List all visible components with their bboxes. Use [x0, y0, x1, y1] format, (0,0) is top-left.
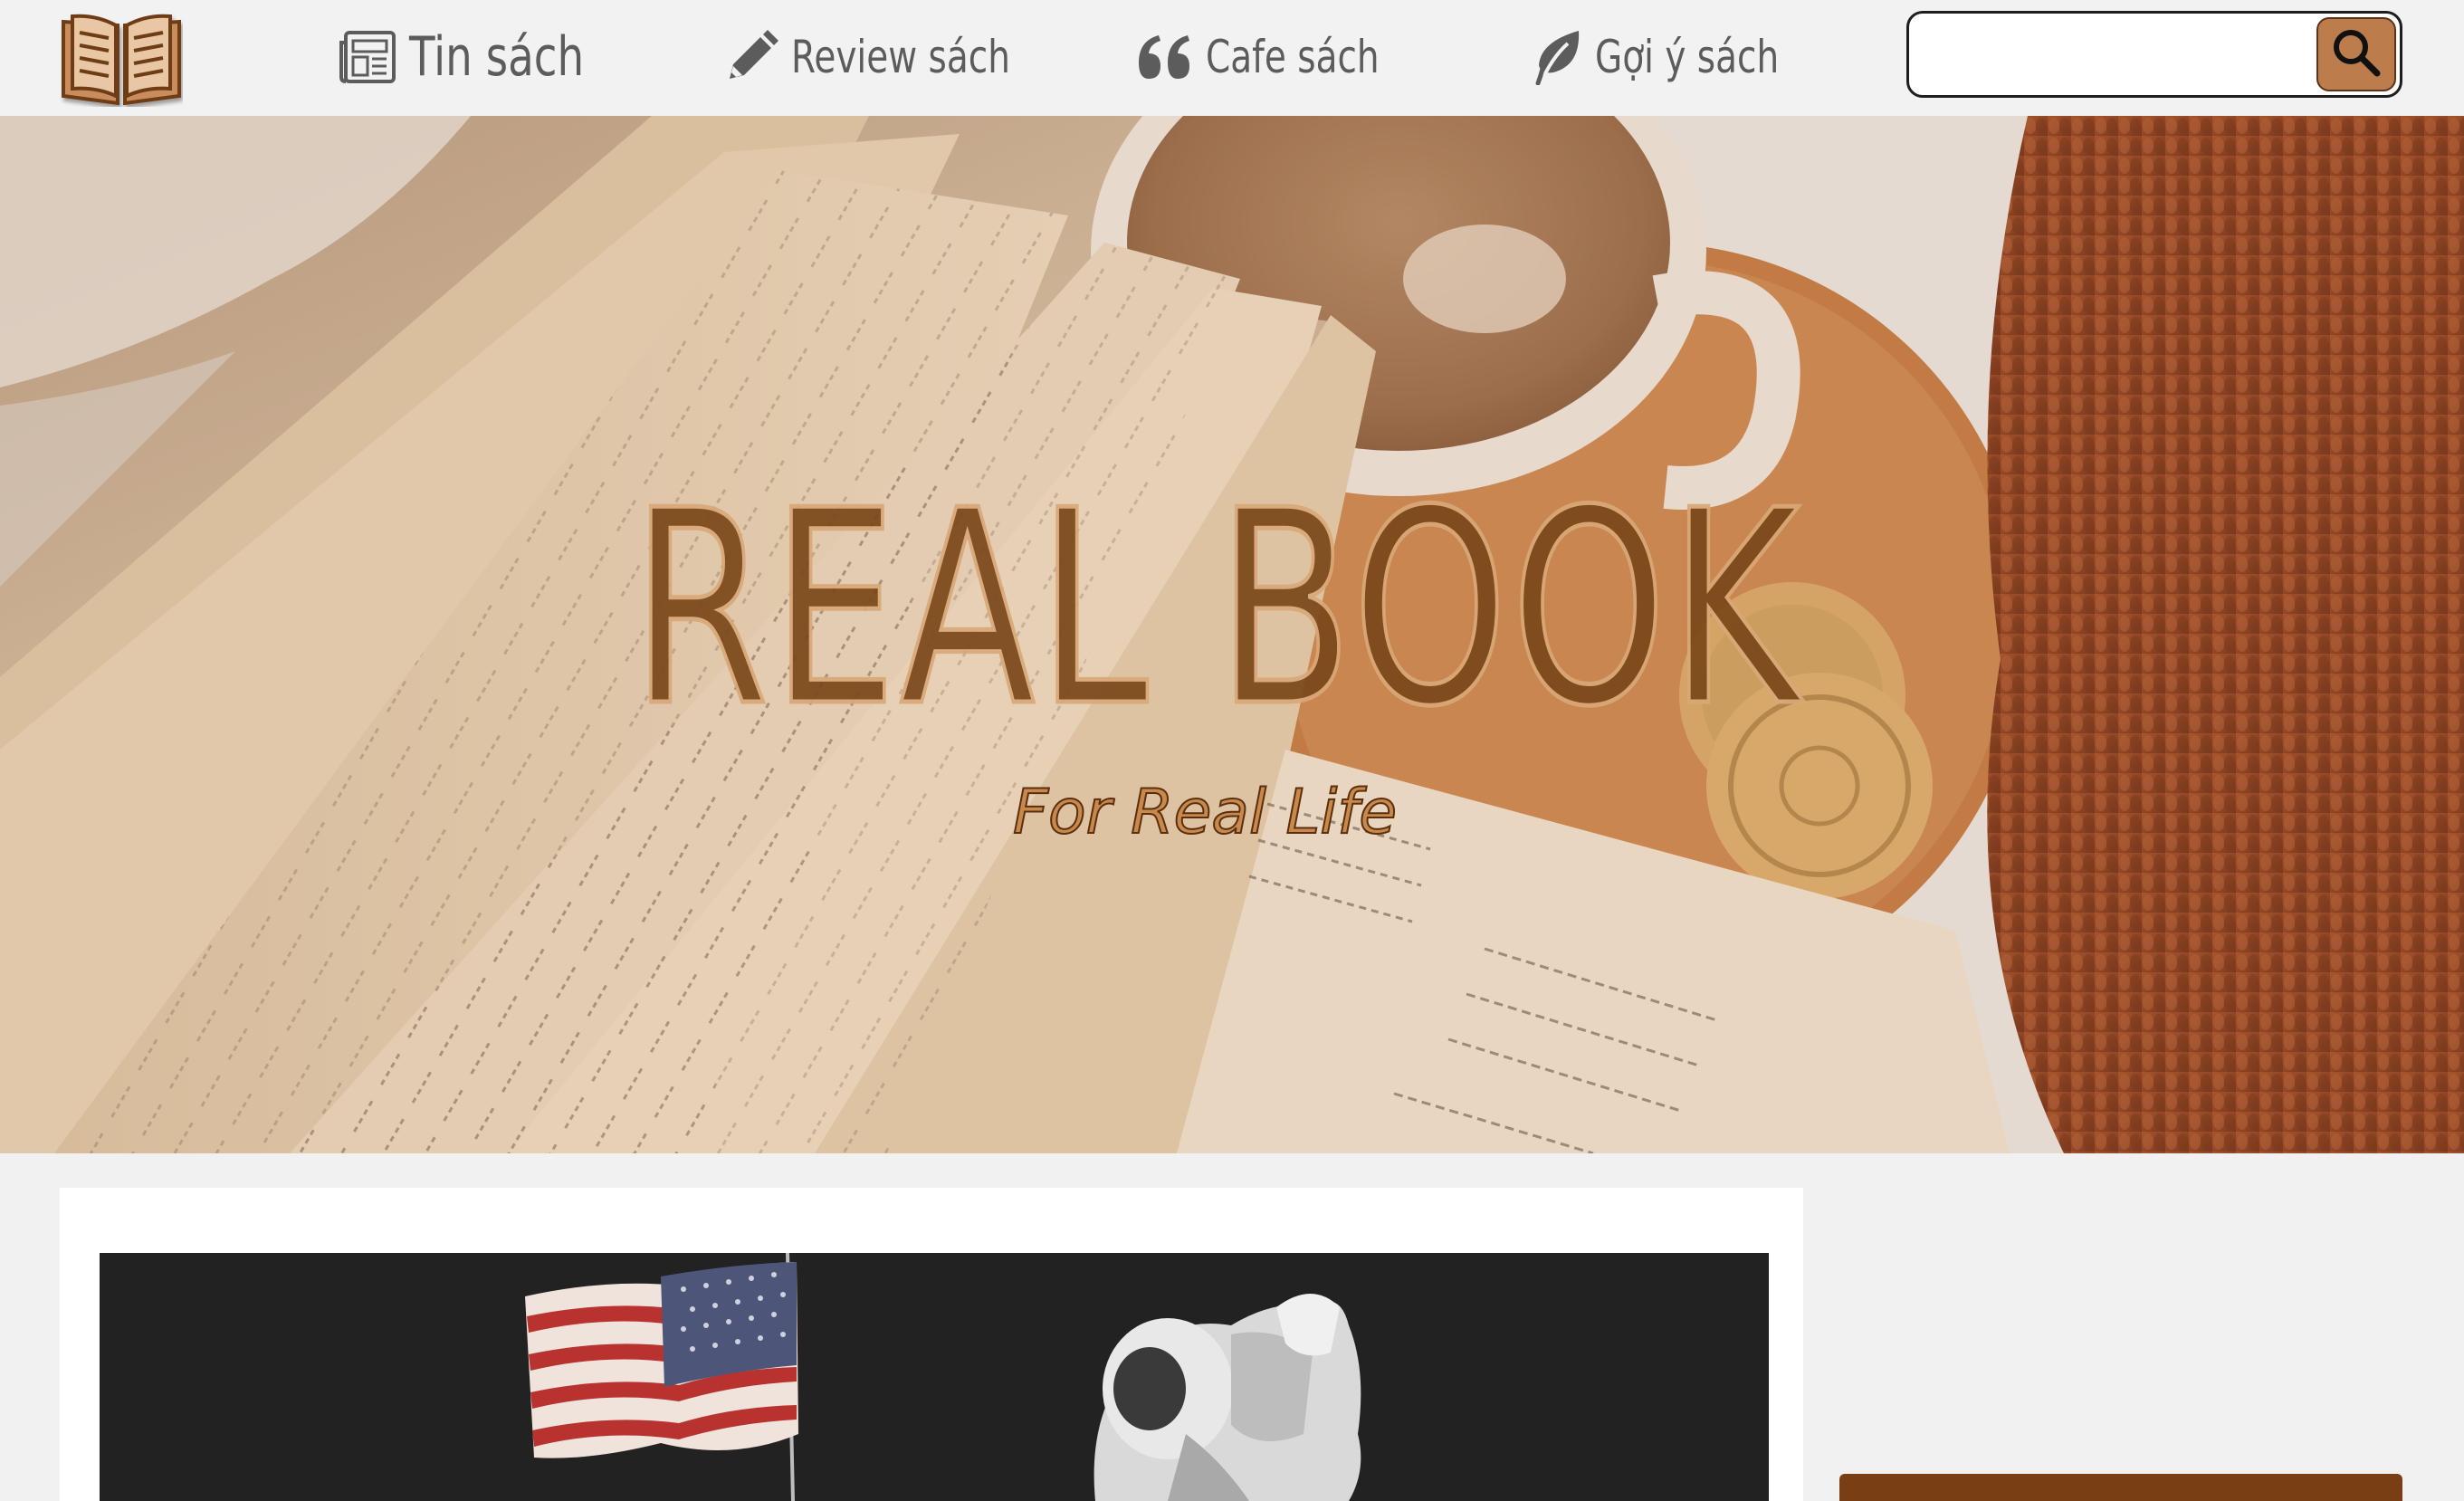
nav-item-label: Review sách: [791, 31, 1010, 83]
nav-item-cafe-sach[interactable]: Cafe sách: [1137, 20, 1428, 94]
moon-landing-photo: [100, 1253, 1769, 1501]
hero-title: REAL BOOK: [629, 453, 1802, 765]
hero-banner: REAL BOOK For Real Life: [0, 116, 2464, 1153]
nav-item-label: Cafe sách: [1206, 31, 1380, 83]
top-navbar: Tin sách Review sách Cafe sách Gợi ý sác…: [0, 0, 2464, 116]
flag-image: [525, 1262, 798, 1458]
sidebar-widget-header: [1839, 1474, 2402, 1501]
logo-open-book-icon[interactable]: [60, 9, 183, 107]
article-thumbnail-image[interactable]: [100, 1253, 1769, 1501]
nav-item-label: Gợi ý sách: [1595, 31, 1780, 83]
hero-subtitle: For Real Life: [1012, 776, 1398, 849]
search-icon: [2332, 28, 2381, 81]
search-box: [1906, 11, 2402, 98]
leaf-icon: [1535, 29, 1582, 85]
featured-article-card[interactable]: [60, 1188, 1803, 1501]
search-input[interactable]: [1924, 23, 2304, 86]
nav-item-goi-y-sach[interactable]: Gợi ý sách: [1535, 20, 1830, 94]
newspaper-icon: [339, 30, 396, 84]
pencil-icon: [724, 30, 778, 84]
quote-icon: [1137, 33, 1193, 81]
nav-item-label: Tin sách: [409, 25, 585, 89]
search-button[interactable]: [2316, 17, 2396, 91]
nav-item-tin-sach[interactable]: Tin sách: [339, 20, 634, 94]
nav-item-review-sach[interactable]: Review sách: [724, 20, 1072, 94]
